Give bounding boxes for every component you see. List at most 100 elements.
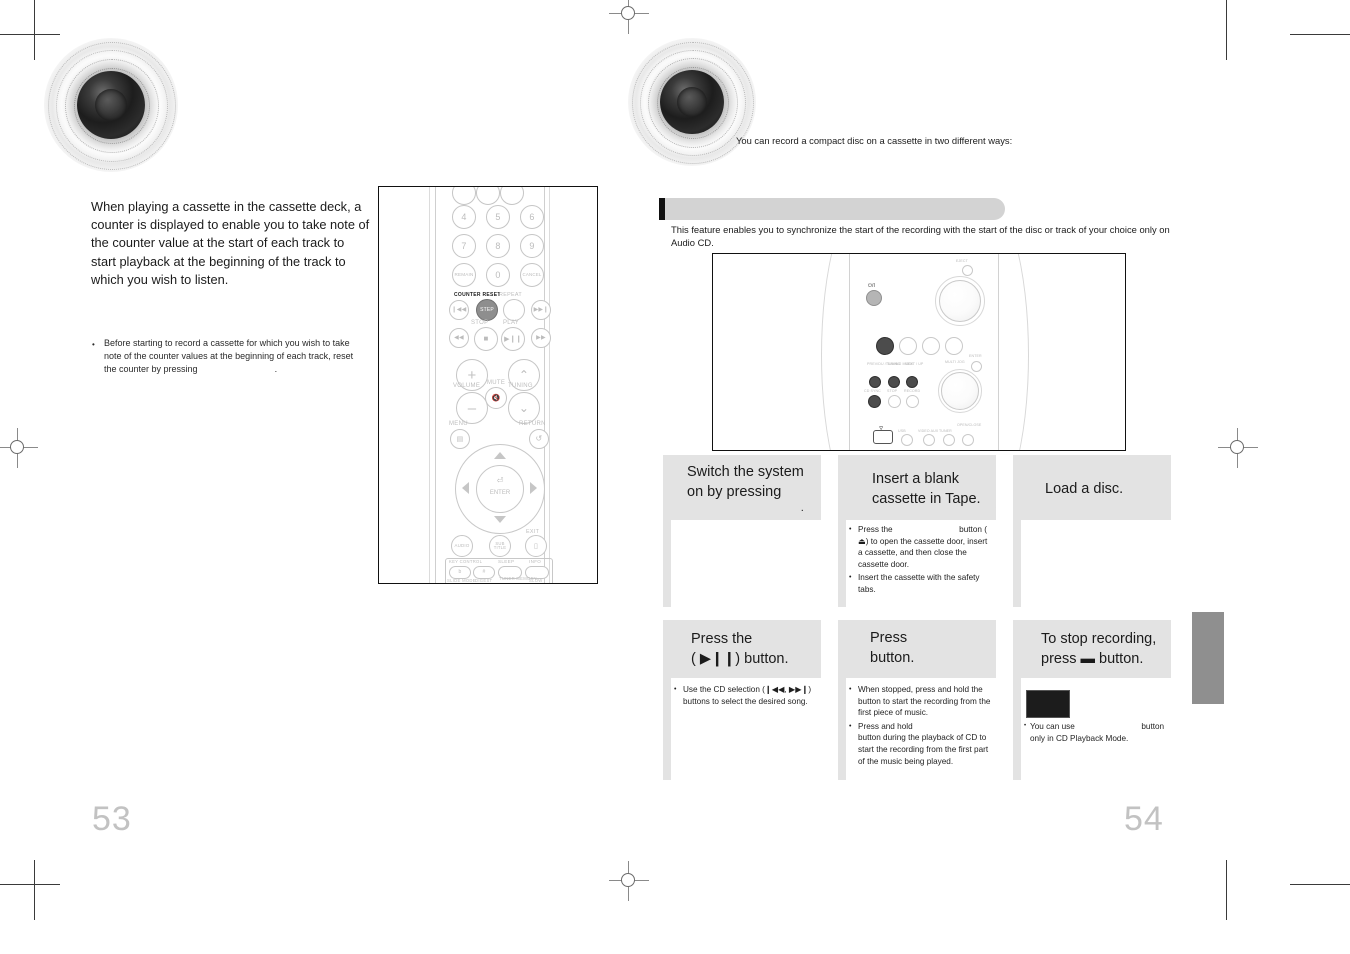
step-body-1 [671, 520, 821, 607]
device-power-button[interactable] [866, 290, 882, 306]
step-5-head-line-2: button. [870, 650, 915, 666]
list-item: • When stopped, press and hold the butto… [849, 684, 993, 719]
remote-key-tuning-down[interactable]: ⌄ [508, 392, 540, 424]
step-3-head-line-1: Load a disc. [1045, 480, 1124, 497]
remote-label-counter-reset: COUNTER RESET [454, 292, 501, 298]
remote-key-6[interactable]: 6 [520, 205, 544, 229]
step-6-head-line-1: To stop recording, [1041, 631, 1157, 647]
device-front-panel-figure: EJECT ⏻/I PREV/DU /TUNING TUNING MODE NE… [712, 253, 1126, 451]
bullet-dot: • [849, 722, 852, 730]
device-open-close-button[interactable] [962, 434, 974, 446]
remote-key-subtitle[interactable]: SUB TITLE [489, 535, 511, 557]
bullet-dot: • [849, 574, 852, 582]
list-item: • Press and hold button during the playb… [849, 721, 993, 767]
device-tape-button[interactable] [901, 434, 913, 446]
remote-key-stop[interactable]: ■ [474, 327, 498, 351]
device-eject-button[interactable] [962, 265, 973, 276]
remote-key-rewind[interactable]: ◀◀ [449, 328, 469, 348]
step-4-bullets: • Use the CD selection (❙◀◀, ▶▶❙) button… [674, 684, 818, 709]
device-label-open-close: OPEN/CLOSE [957, 423, 982, 427]
remote-dpad-left-icon[interactable] [462, 482, 469, 494]
remote-key-8[interactable]: 8 [486, 234, 510, 258]
step-2-head-line-2: cassette in Tape. [872, 490, 981, 507]
speaker-decoration-left [44, 38, 178, 172]
remote-label-slide-mode: SLIDE MODE [447, 578, 476, 583]
remote-key-9[interactable]: 9 [520, 234, 544, 258]
remote-key-play-pause[interactable]: ▶❙❙ [501, 327, 525, 351]
device-label-stop: STOP [887, 389, 898, 393]
step-head-1: Switch the system on by pressing . [663, 455, 821, 520]
remote-key-remain[interactable]: REMAIN [452, 263, 476, 287]
remote-key-return[interactable]: ↺ [529, 429, 549, 449]
device-disc-tray-ring [935, 276, 985, 326]
note-text-after-gap: . [274, 364, 278, 375]
right-lead-text: You can record a compact disc on a casse… [736, 135, 1013, 146]
step-1-head-line-2: on by pressing [687, 482, 804, 502]
remote-key-volume-down[interactable]: – [456, 392, 488, 424]
step-6-head-line-2: press ▬ button. [1041, 651, 1144, 667]
bullet-dot: • [1024, 723, 1027, 729]
device-record-button[interactable] [906, 395, 919, 408]
side-thumb-tab [1192, 612, 1224, 704]
device-cd-sync-small-button[interactable] [868, 395, 881, 408]
device-next-button[interactable] [906, 376, 918, 388]
remote-key-7[interactable]: 7 [452, 234, 476, 258]
remote-key-0[interactable]: 0 [486, 263, 510, 287]
step-head-3: Load a disc. [1013, 455, 1171, 520]
step-2-bullets: • Press the button ( ⏏) to open the cass… [849, 524, 993, 598]
remote-key-5[interactable]: 5 [486, 205, 510, 229]
remote-key-step-counter-reset[interactable]: STEP [476, 299, 498, 321]
remote-key-mute[interactable]: 🔇 [485, 387, 507, 409]
step-4-head-line-1: Press the [691, 631, 753, 647]
manual-spread: When playing a cassette in the cassette … [0, 0, 1350, 954]
remote-dpad-right-icon[interactable] [530, 482, 537, 494]
step-5-head-line-1: Press [870, 628, 914, 648]
remote-key-repeat[interactable] [503, 299, 525, 321]
device-prev-button[interactable] [869, 376, 881, 388]
device-cd-sync-button[interactable] [876, 337, 894, 355]
remote-enter-key[interactable]: ⏎ ENTER [476, 465, 524, 513]
bullet-dot: • [849, 686, 852, 693]
remote-key-4[interactable]: 4 [452, 205, 476, 229]
step-1-head-line-2-text: on by pressing [687, 483, 782, 500]
remote-key-exit[interactable]: ▯ [525, 535, 547, 557]
step-1-head-suffix-row: . [687, 502, 804, 514]
registration-mark-left [0, 428, 38, 468]
device-tuner-button[interactable] [943, 434, 955, 446]
remote-dpad-up-icon[interactable] [494, 452, 506, 459]
device-function-button-3[interactable] [922, 337, 940, 355]
usb-icon: ⛛ [879, 426, 884, 432]
step-5-bullets: • When stopped, press and hold the butto… [849, 684, 993, 769]
step-1-head-suffix: . [800, 501, 804, 514]
remote-label-enter: ENTER [489, 490, 511, 496]
remote-label-slow: SLOW [529, 578, 543, 583]
step-6-b1-after: button [1141, 722, 1165, 731]
step-body-3 [1021, 520, 1171, 607]
list-item: • Use the CD selection (❙◀◀, ▶▶❙) button… [674, 684, 818, 707]
step-head-6: To stop recording, press ▬ button. [1013, 620, 1171, 678]
remote-key-next-track[interactable]: ▶▶❙ [531, 300, 551, 320]
device-stop-button[interactable] [888, 395, 901, 408]
remote-key-prev-track[interactable]: ❙◀◀ [449, 300, 469, 320]
remote-dpad-down-icon[interactable] [494, 516, 506, 523]
device-function-button-2[interactable] [899, 337, 917, 355]
step-2-b1-rest: to open the cassette door, insert a cass… [858, 536, 988, 569]
remote-key-audio[interactable]: AUDIO [451, 535, 473, 557]
left-note-block: • Before starting to record a cassette f… [92, 337, 362, 377]
device-video-aux-button[interactable] [923, 434, 935, 446]
remote-key-menu[interactable]: ▤ [450, 429, 470, 449]
step-6-black-callout-box [1026, 690, 1070, 718]
device-usb-port [873, 430, 893, 444]
device-function-button-4[interactable] [945, 337, 963, 355]
device-enter-button[interactable] [971, 361, 982, 372]
remote-key-fast-forward[interactable]: ▶▶ [531, 328, 551, 348]
device-label-next-up: NEXT / UP [905, 362, 924, 366]
step-5-b2-rest: button during the playback of CD to star… [858, 733, 989, 766]
note-text-before-gap: Before starting to record a cassette for… [104, 338, 354, 375]
remote-key-cancel[interactable]: CANCEL [520, 263, 544, 287]
device-tuning-mode-button[interactable] [888, 376, 900, 388]
device-label-usb: USB [898, 429, 906, 433]
registration-mark-bottom [609, 861, 649, 901]
device-label-video-aux: VIDEO AUX [918, 429, 939, 433]
remote-label-repeat: REPEAT [499, 292, 522, 298]
